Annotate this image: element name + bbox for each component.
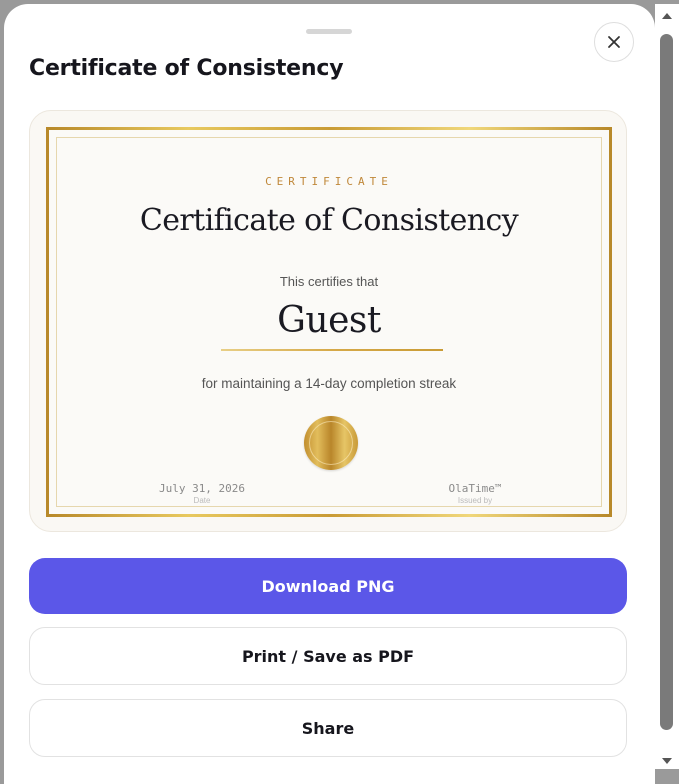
certifies-text: This certifies that [279,274,379,289]
drag-handle[interactable] [306,29,352,34]
certificate-preview: CERTIFICATE Certificate of Consistency T… [29,110,627,532]
issuer-value: OlaTime™ [448,482,502,495]
share-button[interactable]: Share [29,699,627,757]
close-button[interactable] [594,22,634,62]
date-label: Date [193,496,211,505]
download-png-button[interactable]: Download PNG [29,558,627,614]
certificate-sheet: Certificate of Consistency CERTIFICATE C… [4,4,655,784]
scroll-up-button[interactable] [655,8,679,24]
certificate-reason: for maintaining a 14-day completion stre… [201,376,457,391]
recipient-underline [221,349,443,351]
date-block: July 31, 2026 Date [142,482,262,505]
gold-seal-icon [304,416,358,470]
scroll-thumb[interactable] [660,34,673,730]
issuer-label: Issued by [457,496,493,505]
certificate-card: CERTIFICATE Certificate of Consistency T… [46,127,612,517]
caret-down-icon [662,758,672,764]
certificate-eyebrow: CERTIFICATE [265,175,393,188]
close-icon [608,36,620,48]
issuer-block: OlaTime™ Issued by [415,482,535,505]
recipient-name: Guest [277,300,381,341]
scrollbar[interactable] [655,4,679,769]
page-title: Certificate of Consistency [29,56,344,81]
caret-up-icon [662,13,672,19]
print-save-pdf-button[interactable]: Print / Save as PDF [29,627,627,685]
certificate-title: Certificate of Consistency [139,203,519,238]
date-value: July 31, 2026 [158,482,246,495]
scroll-down-button[interactable] [655,753,679,769]
